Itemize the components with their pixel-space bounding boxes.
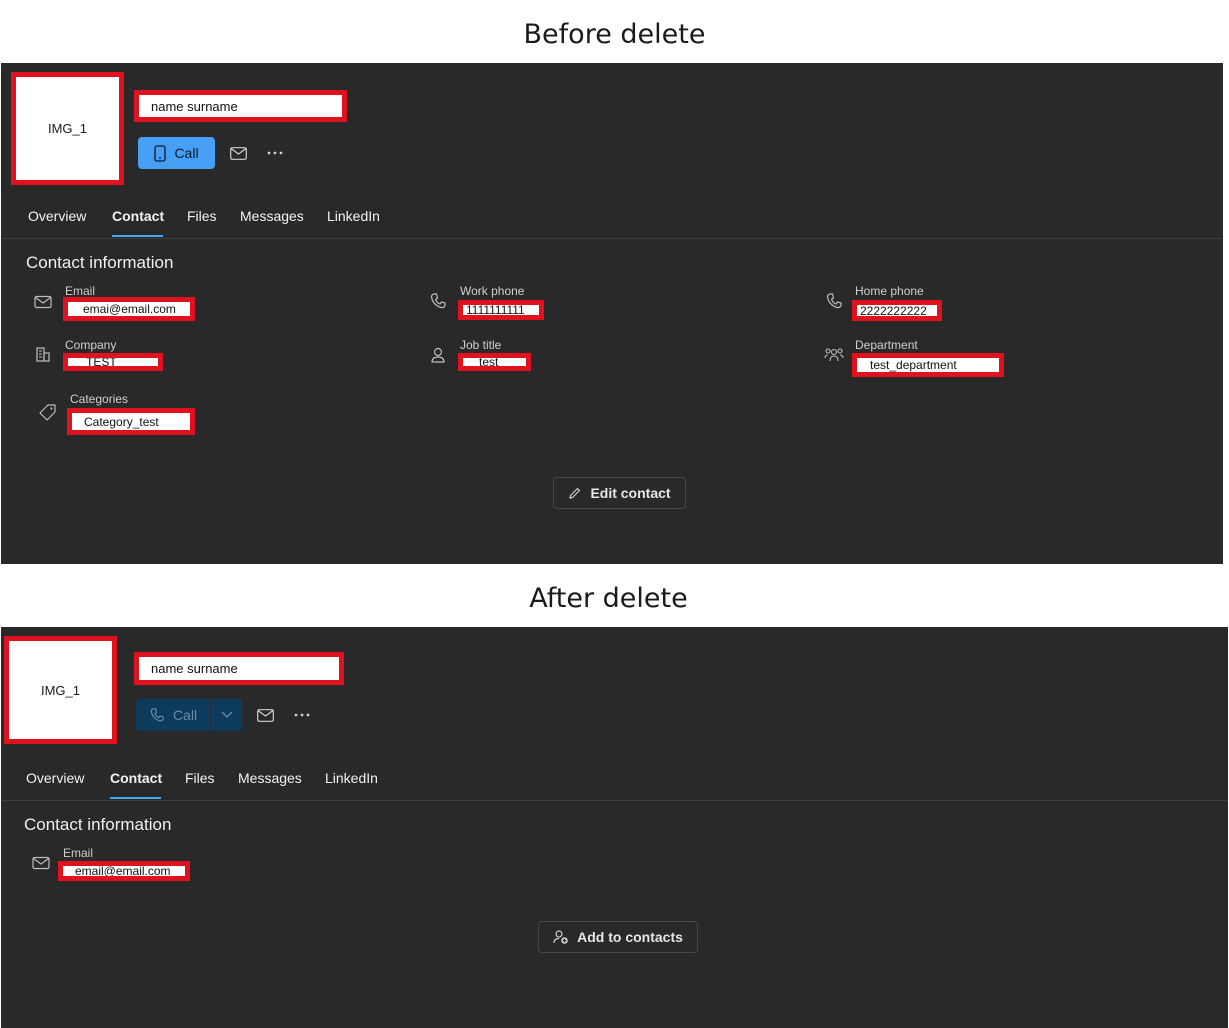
edit-contact-label: Edit contact: [590, 485, 671, 501]
pencil-icon: [569, 487, 581, 499]
tab-files[interactable]: Files: [187, 208, 217, 224]
work-phone-value-text: 1111111111: [466, 303, 525, 317]
department-value[interactable]: test_department: [852, 353, 1004, 377]
mobile-phone-icon: [154, 144, 167, 162]
mail-icon: [229, 146, 247, 160]
add-to-contacts-button[interactable]: Add to contacts: [538, 921, 698, 953]
contact-name-text: name surname: [151, 661, 238, 676]
chevron-down-icon: [221, 711, 232, 718]
department-label: Department: [855, 338, 918, 352]
tabs-divider: [1, 238, 1223, 239]
home-phone-label: Home phone: [855, 284, 924, 298]
tab-overview[interactable]: Overview: [28, 208, 86, 224]
categories-label: Categories: [70, 392, 129, 406]
person-add-icon: [553, 930, 568, 944]
categories-value-text: Category_test: [84, 414, 159, 429]
contact-name-text: name surname: [151, 98, 238, 114]
tab-linkedin[interactable]: LinkedIn: [325, 770, 378, 786]
more-options-button[interactable]: [263, 141, 287, 165]
email-label: Email: [63, 846, 94, 860]
mail-button[interactable]: [253, 703, 277, 727]
call-button[interactable]: Call: [138, 137, 215, 169]
person-icon: [431, 347, 445, 363]
work-phone-label: Work phone: [460, 284, 525, 298]
call-label: Call: [174, 145, 199, 161]
tag-icon: [39, 404, 56, 421]
after-panel: IMG_1 name surname Call Overview Contact…: [1, 627, 1228, 1028]
mail-icon: [34, 295, 52, 309]
tab-contact[interactable]: Contact: [112, 208, 164, 224]
work-phone-value[interactable]: 1111111111: [458, 300, 544, 320]
more-options-button[interactable]: [290, 703, 314, 727]
tab-overview[interactable]: Overview: [26, 770, 84, 786]
tab-messages[interactable]: Messages: [238, 770, 302, 786]
company-value-text: TEST: [86, 355, 117, 369]
email-value[interactable]: email@email.com: [58, 861, 190, 881]
company-label: Company: [65, 338, 117, 352]
job-title-label: Job title: [460, 338, 502, 352]
active-tab-indicator: [112, 235, 163, 237]
mail-icon: [32, 856, 50, 870]
phone-icon: [150, 708, 164, 722]
mail-icon: [256, 708, 274, 722]
people-team-icon: [824, 348, 844, 362]
tab-messages[interactable]: Messages: [240, 208, 304, 224]
avatar-text: IMG_1: [47, 121, 87, 136]
home-phone-value-text: 2222222222: [860, 303, 927, 318]
tab-contact[interactable]: Contact: [110, 770, 162, 786]
tab-linkedin[interactable]: LinkedIn: [327, 208, 380, 224]
avatar: IMG_1: [11, 72, 124, 185]
call-label: Call: [172, 707, 198, 723]
email-value-text: emai@email.com: [83, 302, 176, 316]
job-title-value-text: test: [479, 355, 499, 369]
call-button[interactable]: Call: [136, 699, 210, 731]
building-icon: [36, 347, 50, 362]
edit-contact-button[interactable]: Edit contact: [553, 477, 686, 509]
more-icon: [294, 713, 310, 717]
mail-button[interactable]: [226, 141, 250, 165]
avatar: IMG_1: [4, 636, 117, 744]
avatar-text: IMG_1: [40, 682, 80, 698]
add-to-contacts-label: Add to contacts: [577, 929, 683, 945]
home-phone-value[interactable]: 2222222222: [852, 300, 942, 321]
after-caption: After delete: [529, 583, 688, 614]
call-options-dropdown[interactable]: [211, 699, 242, 731]
department-value-text: test_department: [870, 358, 957, 372]
tabs-divider: [1, 800, 1228, 801]
email-value[interactable]: emai@email.com: [63, 297, 195, 321]
contact-name: name surname: [134, 90, 347, 122]
more-icon: [267, 151, 283, 155]
phone-icon: [826, 293, 842, 309]
categories-value[interactable]: Category_test: [67, 408, 195, 435]
email-value-text: email@email.com: [75, 864, 171, 878]
job-title-value[interactable]: test: [458, 353, 531, 371]
tab-files[interactable]: Files: [185, 770, 215, 786]
active-tab-indicator: [110, 797, 161, 799]
section-title: Contact information: [24, 815, 172, 834]
phone-icon: [430, 293, 446, 309]
email-label: Email: [65, 284, 96, 298]
before-panel: IMG_1 name surname Call Overview Contact…: [1, 63, 1223, 564]
company-value[interactable]: TEST: [63, 353, 163, 371]
before-caption: Before delete: [523, 19, 706, 50]
section-title: Contact information: [26, 253, 174, 272]
contact-name: name surname: [134, 652, 344, 685]
